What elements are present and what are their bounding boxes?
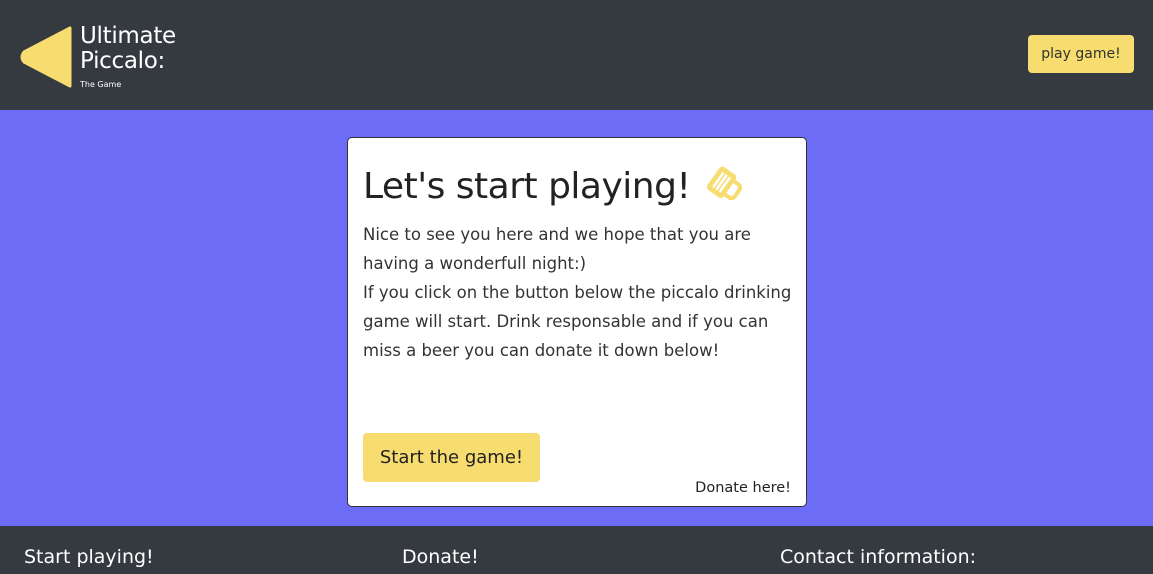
intro-paragraph-2: If you click on the button below the pic… — [363, 283, 792, 360]
footer-start-playing[interactable]: Start playing! — [24, 546, 154, 568]
beer-mug-icon — [706, 166, 743, 201]
footer-contact-information: Contact information: — [780, 546, 977, 568]
footer-donate[interactable]: Donate! — [402, 546, 479, 568]
intro-paragraph-1: Nice to see you here and we hope that yo… — [363, 225, 751, 273]
welcome-card: Let's start playing! Nice to see you her… — [347, 137, 807, 507]
intro-text: Nice to see you here and we hope that yo… — [363, 220, 793, 365]
logo-subtitle: The Game — [80, 80, 122, 89]
play-game-button[interactable]: play game! — [1028, 35, 1134, 73]
start-game-button[interactable]: Start the game! — [363, 433, 540, 482]
site-header: Ultimate Piccalo: The Game play game! — [0, 0, 1153, 110]
page-title: Let's start playing! — [363, 166, 691, 207]
logo[interactable]: Ultimate Piccalo: The Game — [20, 24, 200, 92]
logo-title: Ultimate Piccalo: — [80, 23, 176, 74]
donate-link[interactable]: Donate here! — [695, 480, 791, 496]
site-footer: Start playing! Donate! Contact informati… — [0, 526, 1153, 574]
play-triangle-icon — [20, 26, 72, 88]
